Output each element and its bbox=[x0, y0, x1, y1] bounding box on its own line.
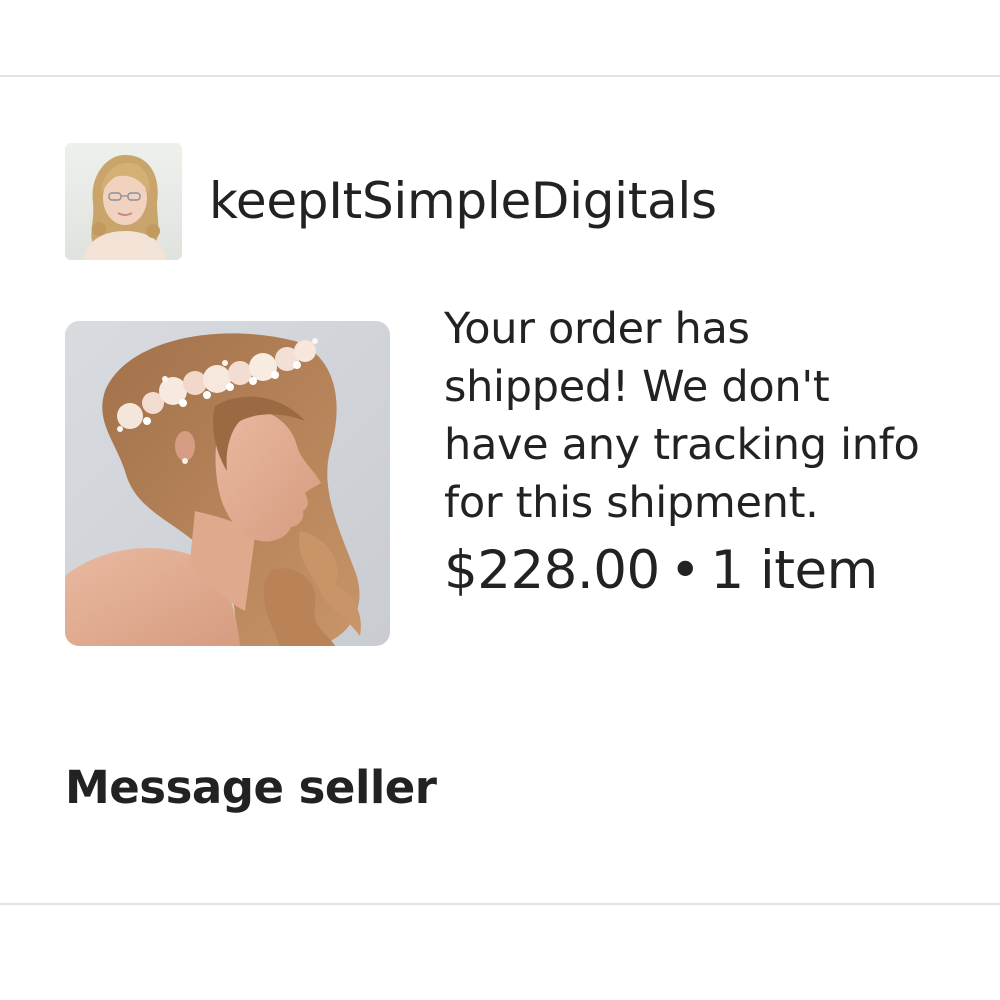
message-seller-button[interactable]: Message seller bbox=[65, 758, 437, 818]
bottom-divider bbox=[0, 903, 1000, 905]
order-summary: $228.00 • 1 item bbox=[444, 540, 934, 602]
order-price: $228.00 bbox=[444, 540, 660, 601]
order-details: Your order has shipped! We don't have an… bbox=[444, 300, 934, 602]
shipping-status-text: Your order has shipped! We don't have an… bbox=[444, 304, 920, 528]
floral-headpiece-product-photo bbox=[65, 321, 390, 646]
bullet-separator: • bbox=[669, 540, 701, 601]
shop-name[interactable]: keepItSimpleDigitals bbox=[209, 171, 717, 231]
order-item-count: 1 item bbox=[710, 540, 878, 601]
order-receipt-page: keepItSimpleDigitals Your order has ship… bbox=[0, 0, 1000, 1000]
top-divider bbox=[0, 75, 1000, 77]
order-card[interactable]: Your order has shipped! We don't have an… bbox=[65, 300, 945, 646]
shop-header[interactable]: keepItSimpleDigitals bbox=[65, 142, 717, 260]
product-thumbnail[interactable] bbox=[65, 321, 390, 646]
seller-avatar[interactable] bbox=[65, 142, 182, 260]
seller-avatar-photo bbox=[65, 142, 182, 260]
